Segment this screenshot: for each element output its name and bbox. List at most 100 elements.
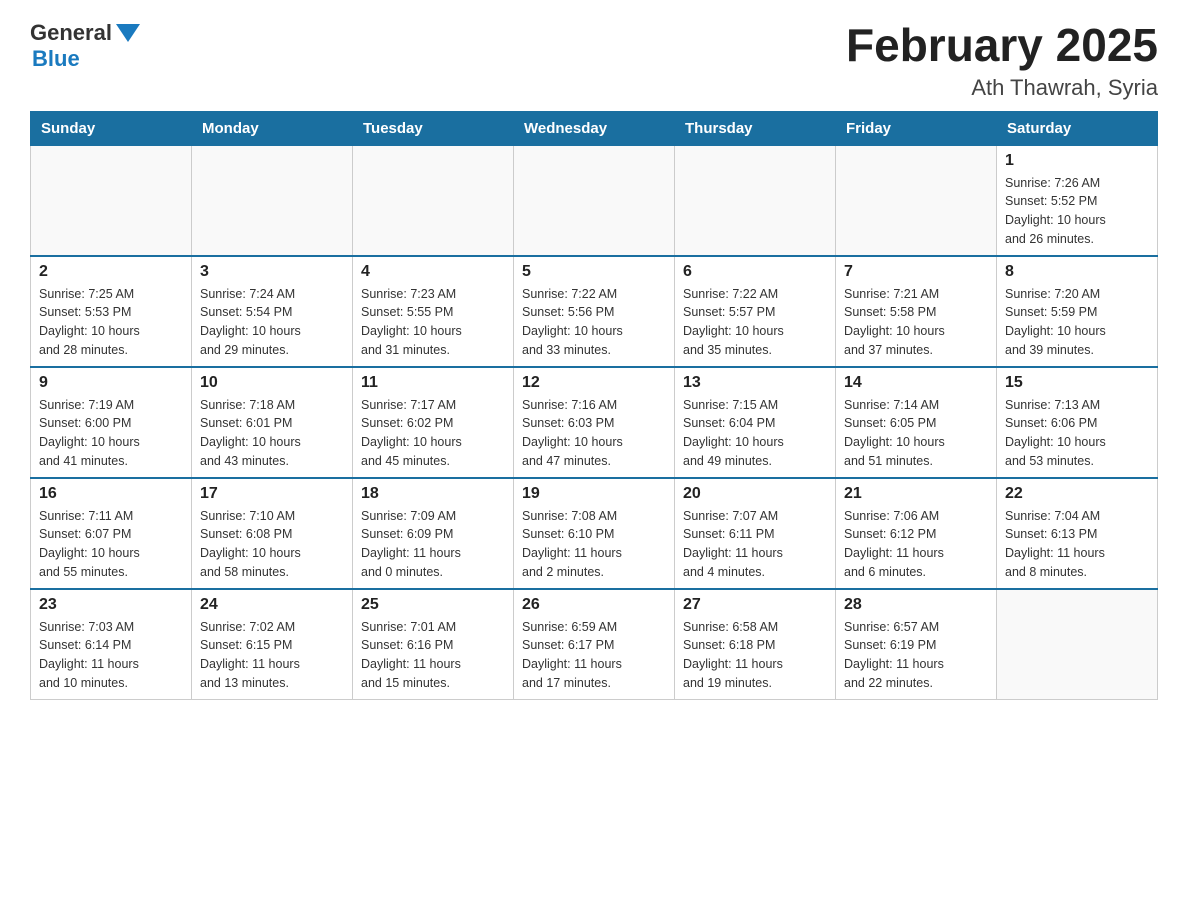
table-row xyxy=(675,145,836,256)
table-row xyxy=(31,145,192,256)
header-thursday: Thursday xyxy=(675,111,836,145)
day-number: 22 xyxy=(1005,485,1149,503)
day-info: Sunrise: 7:24 AMSunset: 5:54 PMDaylight:… xyxy=(200,285,344,360)
table-row: 17 Sunrise: 7:10 AMSunset: 6:08 PMDayligh… xyxy=(192,478,353,589)
day-info: Sunrise: 7:11 AMSunset: 6:07 PMDaylight:… xyxy=(39,507,183,582)
table-row xyxy=(997,589,1158,700)
day-number: 23 xyxy=(39,596,183,614)
table-row: 27 Sunrise: 6:58 AMSunset: 6:18 PMDayligh… xyxy=(675,589,836,700)
day-number: 17 xyxy=(200,485,344,503)
day-info: Sunrise: 7:25 AMSunset: 5:53 PMDaylight:… xyxy=(39,285,183,360)
day-info: Sunrise: 7:17 AMSunset: 6:02 PMDaylight:… xyxy=(361,396,505,471)
day-number: 19 xyxy=(522,485,666,503)
day-number: 8 xyxy=(1005,263,1149,281)
calendar-week-row: 16Sunrise: 7:11 AMSunset: 6:07 PMDayligh… xyxy=(31,478,1158,589)
table-row: 1 Sunrise: 7:26 AMSunset: 5:52 PMDaylight… xyxy=(997,145,1158,256)
table-row: 28 Sunrise: 6:57 AMSunset: 6:19 PMDayligh… xyxy=(836,589,997,700)
title-area: February 2025 Ath Thawrah, Syria xyxy=(846,20,1158,101)
table-row: 10Sunrise: 7:18 AMSunset: 6:01 PMDayligh… xyxy=(192,367,353,478)
table-row xyxy=(353,145,514,256)
day-info: Sunrise: 7:19 AMSunset: 6:00 PMDaylight:… xyxy=(39,396,183,471)
day-number: 18 xyxy=(361,485,505,503)
day-info: Sunrise: 7:13 AMSunset: 6:06 PMDaylight:… xyxy=(1005,396,1149,471)
day-number: 25 xyxy=(361,596,505,614)
header-saturday: Saturday xyxy=(997,111,1158,145)
day-info: Sunrise: 7:23 AMSunset: 5:55 PMDaylight:… xyxy=(361,285,505,360)
day-info: Sunrise: 7:22 AMSunset: 5:56 PMDaylight:… xyxy=(522,285,666,360)
day-number: 6 xyxy=(683,263,827,281)
header-monday: Monday xyxy=(192,111,353,145)
page-header: General Blue February 2025 Ath Thawrah, … xyxy=(30,20,1158,101)
header-sunday: Sunday xyxy=(31,111,192,145)
table-row: 23 Sunrise: 7:03 AMSunset: 6:14 PMDayligh… xyxy=(31,589,192,700)
table-row: 2 Sunrise: 7:25 AMSunset: 5:53 PMDaylight… xyxy=(31,256,192,367)
table-row: 12Sunrise: 7:16 AMSunset: 6:03 PMDayligh… xyxy=(514,367,675,478)
day-info: Sunrise: 7:02 AMSunset: 6:15 PMDaylight:… xyxy=(200,618,344,693)
day-number: 3 xyxy=(200,263,344,281)
table-row: 5 Sunrise: 7:22 AMSunset: 5:56 PMDaylight… xyxy=(514,256,675,367)
calendar-subtitle: Ath Thawrah, Syria xyxy=(846,75,1158,101)
table-row xyxy=(192,145,353,256)
day-info: Sunrise: 7:01 AMSunset: 6:16 PMDaylight:… xyxy=(361,618,505,693)
day-info: Sunrise: 7:14 AMSunset: 6:05 PMDaylight:… xyxy=(844,396,988,471)
day-number: 4 xyxy=(361,263,505,281)
table-row: 6 Sunrise: 7:22 AMSunset: 5:57 PMDaylight… xyxy=(675,256,836,367)
day-info: Sunrise: 7:09 AMSunset: 6:09 PMDaylight:… xyxy=(361,507,505,582)
day-info: Sunrise: 6:58 AMSunset: 6:18 PMDaylight:… xyxy=(683,618,827,693)
header-friday: Friday xyxy=(836,111,997,145)
table-row: 3 Sunrise: 7:24 AMSunset: 5:54 PMDaylight… xyxy=(192,256,353,367)
day-number: 27 xyxy=(683,596,827,614)
calendar-week-row: 1 Sunrise: 7:26 AMSunset: 5:52 PMDaylight… xyxy=(31,145,1158,256)
table-row xyxy=(836,145,997,256)
calendar-table: Sunday Monday Tuesday Wednesday Thursday… xyxy=(30,111,1158,700)
table-row: 4 Sunrise: 7:23 AMSunset: 5:55 PMDaylight… xyxy=(353,256,514,367)
calendar-week-row: 23 Sunrise: 7:03 AMSunset: 6:14 PMDayligh… xyxy=(31,589,1158,700)
day-number: 2 xyxy=(39,263,183,281)
day-info: Sunrise: 7:10 AMSunset: 6:08 PMDaylight:… xyxy=(200,507,344,582)
day-info: Sunrise: 7:16 AMSunset: 6:03 PMDaylight:… xyxy=(522,396,666,471)
calendar-title: February 2025 xyxy=(846,20,1158,71)
logo-blue-text: Blue xyxy=(32,46,80,72)
table-row: 14Sunrise: 7:14 AMSunset: 6:05 PMDayligh… xyxy=(836,367,997,478)
day-info: Sunrise: 6:57 AMSunset: 6:19 PMDaylight:… xyxy=(844,618,988,693)
day-number: 15 xyxy=(1005,374,1149,392)
day-info: Sunrise: 7:03 AMSunset: 6:14 PMDaylight:… xyxy=(39,618,183,693)
table-row: 16Sunrise: 7:11 AMSunset: 6:07 PMDayligh… xyxy=(31,478,192,589)
logo-triangle-icon xyxy=(116,24,140,42)
header-tuesday: Tuesday xyxy=(353,111,514,145)
day-info: Sunrise: 7:20 AMSunset: 5:59 PMDaylight:… xyxy=(1005,285,1149,360)
header-wednesday: Wednesday xyxy=(514,111,675,145)
day-info: Sunrise: 7:22 AMSunset: 5:57 PMDaylight:… xyxy=(683,285,827,360)
table-row: 22 Sunrise: 7:04 AMSunset: 6:13 PMDayligh… xyxy=(997,478,1158,589)
day-number: 1 xyxy=(1005,152,1149,170)
table-row: 13 Sunrise: 7:15 AMSunset: 6:04 PMDayligh… xyxy=(675,367,836,478)
day-info: Sunrise: 6:59 AMSunset: 6:17 PMDaylight:… xyxy=(522,618,666,693)
table-row: 24Sunrise: 7:02 AMSunset: 6:15 PMDayligh… xyxy=(192,589,353,700)
day-info: Sunrise: 7:15 AMSunset: 6:04 PMDaylight:… xyxy=(683,396,827,471)
table-row: 25 Sunrise: 7:01 AMSunset: 6:16 PMDayligh… xyxy=(353,589,514,700)
day-info: Sunrise: 7:07 AMSunset: 6:11 PMDaylight:… xyxy=(683,507,827,582)
day-number: 28 xyxy=(844,596,988,614)
day-info: Sunrise: 7:21 AMSunset: 5:58 PMDaylight:… xyxy=(844,285,988,360)
table-row: 20 Sunrise: 7:07 AMSunset: 6:11 PMDayligh… xyxy=(675,478,836,589)
table-row: 19Sunrise: 7:08 AMSunset: 6:10 PMDayligh… xyxy=(514,478,675,589)
day-number: 13 xyxy=(683,374,827,392)
table-row: 26 Sunrise: 6:59 AMSunset: 6:17 PMDayligh… xyxy=(514,589,675,700)
table-row: 9Sunrise: 7:19 AMSunset: 6:00 PMDaylight… xyxy=(31,367,192,478)
day-info: Sunrise: 7:04 AMSunset: 6:13 PMDaylight:… xyxy=(1005,507,1149,582)
table-row: 18 Sunrise: 7:09 AMSunset: 6:09 PMDayligh… xyxy=(353,478,514,589)
day-number: 5 xyxy=(522,263,666,281)
table-row: 21 Sunrise: 7:06 AMSunset: 6:12 PMDayligh… xyxy=(836,478,997,589)
day-number: 26 xyxy=(522,596,666,614)
day-number: 11 xyxy=(361,374,505,392)
calendar-header-row: Sunday Monday Tuesday Wednesday Thursday… xyxy=(31,111,1158,145)
calendar-week-row: 9Sunrise: 7:19 AMSunset: 6:00 PMDaylight… xyxy=(31,367,1158,478)
day-number: 20 xyxy=(683,485,827,503)
day-number: 7 xyxy=(844,263,988,281)
table-row: 11 Sunrise: 7:17 AMSunset: 6:02 PMDayligh… xyxy=(353,367,514,478)
day-info: Sunrise: 7:26 AMSunset: 5:52 PMDaylight:… xyxy=(1005,174,1149,249)
day-number: 21 xyxy=(844,485,988,503)
day-info: Sunrise: 7:06 AMSunset: 6:12 PMDaylight:… xyxy=(844,507,988,582)
table-row: 7 Sunrise: 7:21 AMSunset: 5:58 PMDaylight… xyxy=(836,256,997,367)
table-row xyxy=(514,145,675,256)
